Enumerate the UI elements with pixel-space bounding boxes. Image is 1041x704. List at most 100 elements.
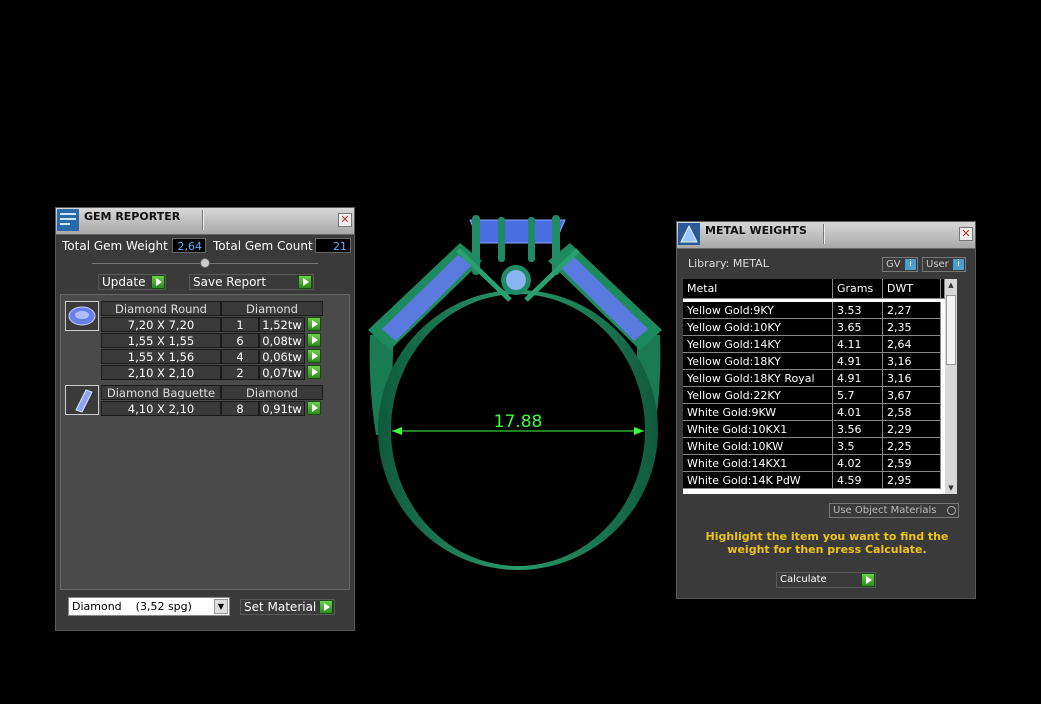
material-select-value: Diamond [72,600,122,613]
metal-dwt: 3,16 [883,353,941,370]
gv-info-icon: i [905,259,916,270]
gem-list: Diamond Round Diamond 7,20 X 7,20 1 1,52… [60,294,350,590]
library-label: Library: METAL [688,257,769,270]
metal-weights-titlebar[interactable]: METAL WEIGHTS ✕ [677,222,975,249]
grams-column-header[interactable]: Grams [833,279,883,299]
chevron-down-icon[interactable]: ▼ [214,599,228,614]
metal-weights-title: METAL WEIGHTS [705,224,807,237]
titlebar-divider [202,210,204,230]
table-row[interactable]: Yellow Gold:10KY 3.65 2,35 [683,319,945,336]
gem-weight[interactable]: 0,06tw [259,349,305,364]
splitter-handle-icon[interactable] [200,258,210,268]
calculate-button[interactable]: Calculate [776,572,876,588]
table-row[interactable]: White Gold:14KX1 4.02 2,59 [683,455,945,472]
scroll-up-icon[interactable]: ▲ [945,279,957,291]
metal-name: White Gold:9KW [683,404,833,421]
user-label: User [926,259,949,270]
gem-qty[interactable]: 1 [221,317,259,332]
metal-column-header[interactable]: Metal [683,279,833,299]
dimension-label: 17.88 [494,412,543,432]
table-row[interactable]: White Gold:10KW 3.5 2,25 [683,438,945,455]
table-row[interactable]: Yellow Gold:18KY Royal 4.91 3,16 [683,370,945,387]
gem-weight[interactable]: 0,07tw [259,365,305,380]
table-row[interactable]: White Gold:9KW 4.01 2,58 [683,404,945,421]
save-report-button-label: Save Report [193,275,267,289]
scroll-down-icon[interactable]: ▼ [945,482,957,494]
ring-viewport[interactable]: 17.88 [360,205,670,575]
gem-reporter-close-icon[interactable]: ✕ [338,213,352,227]
metal-name: Yellow Gold:22KY [683,387,833,404]
round-diamond-icon [65,301,99,331]
metal-grams: 4.91 [833,353,883,370]
metal-table: Metal Grams DWT Yellow Gold:9KY 3.53 2,2… [683,279,957,494]
set-material-button[interactable]: Set Material [240,599,335,615]
group-material-header: Diamond [221,385,323,400]
metal-dwt: 3,67 [883,387,941,404]
metal-table-scrollbar[interactable]: ▲ ▼ [945,279,957,494]
gem-reporter-title: GEM REPORTER [84,210,181,223]
material-select[interactable]: Diamond (3,52 spg) ▼ [68,597,230,616]
metal-grams: 4.02 [833,455,883,472]
metal-dwt: 2,29 [883,421,941,438]
total-gem-weight-label: Total Gem Weight [62,239,168,253]
gem-weight[interactable]: 1,52tw [259,317,305,332]
metal-weights-panel: METAL WEIGHTS ✕ Library: METAL GV i User… [676,221,976,599]
accent-stone-gem [506,270,526,290]
gem-size[interactable]: 1,55 X 1,56 [101,349,221,364]
metal-dwt: 2,58 [883,404,941,421]
update-button-label: Update [102,275,146,289]
gem-qty[interactable]: 6 [221,333,259,348]
scroll-thumb[interactable] [946,295,956,365]
table-row[interactable]: Yellow Gold:14KY 4.11 2,64 [683,336,945,353]
gv-toggle[interactable]: GV i [882,257,918,272]
material-select-spg: (3,52 spg) [135,600,192,613]
set-material-go-icon [319,600,333,614]
group-material-header: Diamond [221,301,323,316]
metal-name: Yellow Gold:14KY [683,336,833,353]
table-row[interactable]: Yellow Gold:9KY 3.53 2,27 [683,302,945,319]
metal-dwt: 3,16 [883,370,941,387]
gem-row-go-icon[interactable] [307,333,321,347]
gem-reporter-titlebar[interactable]: GEM REPORTER ✕ [56,208,354,235]
metal-grams: 4.01 [833,404,883,421]
prong-center-right [528,217,535,262]
save-report-button[interactable]: Save Report [189,274,314,290]
gem-row-go-icon[interactable] [307,317,321,331]
gem-size[interactable]: 4,10 X 2,10 [101,401,221,416]
metal-dwt: 2,59 [883,455,941,472]
gem-reporter-icon [57,209,79,231]
total-gem-count-label: Total Gem Count [213,239,313,253]
update-go-icon [151,275,165,289]
metal-grams: 5.7 [833,387,883,404]
table-row[interactable]: Yellow Gold:22KY 5.7 3,67 [683,387,945,404]
gem-row-go-icon[interactable] [307,401,321,415]
save-report-go-icon [298,275,312,289]
gem-qty[interactable]: 4 [221,349,259,364]
gv-label: GV [886,259,901,270]
gem-row-go-icon[interactable] [307,365,321,379]
gem-qty[interactable]: 2 [221,365,259,380]
metal-dwt: 2,95 [883,472,941,489]
metal-name: White Gold:14K PdW [683,472,833,489]
gem-weight[interactable]: 0,91tw [259,401,305,416]
use-object-materials-checkbox[interactable]: Use Object Materials [829,503,959,518]
metal-grams: 4.11 [833,336,883,353]
user-toggle[interactable]: User i [922,257,966,272]
gem-qty[interactable]: 8 [221,401,259,416]
gem-row-go-icon[interactable] [307,349,321,363]
table-row[interactable]: White Gold:14K PdW 4.59 2,95 [683,472,945,489]
gem-size[interactable]: 7,20 X 7,20 [101,317,221,332]
user-info-icon: i [953,259,964,270]
update-button[interactable]: Update [98,274,166,290]
metal-grams: 3.65 [833,319,883,336]
dwt-column-header[interactable]: DWT [883,279,941,299]
metal-name: White Gold:10KX1 [683,421,833,438]
metal-name: White Gold:14KX1 [683,455,833,472]
table-row[interactable]: Yellow Gold:18KY 4.91 3,16 [683,353,945,370]
gem-weight[interactable]: 0,08tw [259,333,305,348]
metal-weights-close-icon[interactable]: ✕ [959,227,973,241]
gem-size[interactable]: 1,55 X 1,55 [101,333,221,348]
table-row[interactable]: White Gold:10KX1 3.56 2,29 [683,421,945,438]
gem-size[interactable]: 2,10 X 2,10 [101,365,221,380]
metal-dwt: 2,25 [883,438,941,455]
